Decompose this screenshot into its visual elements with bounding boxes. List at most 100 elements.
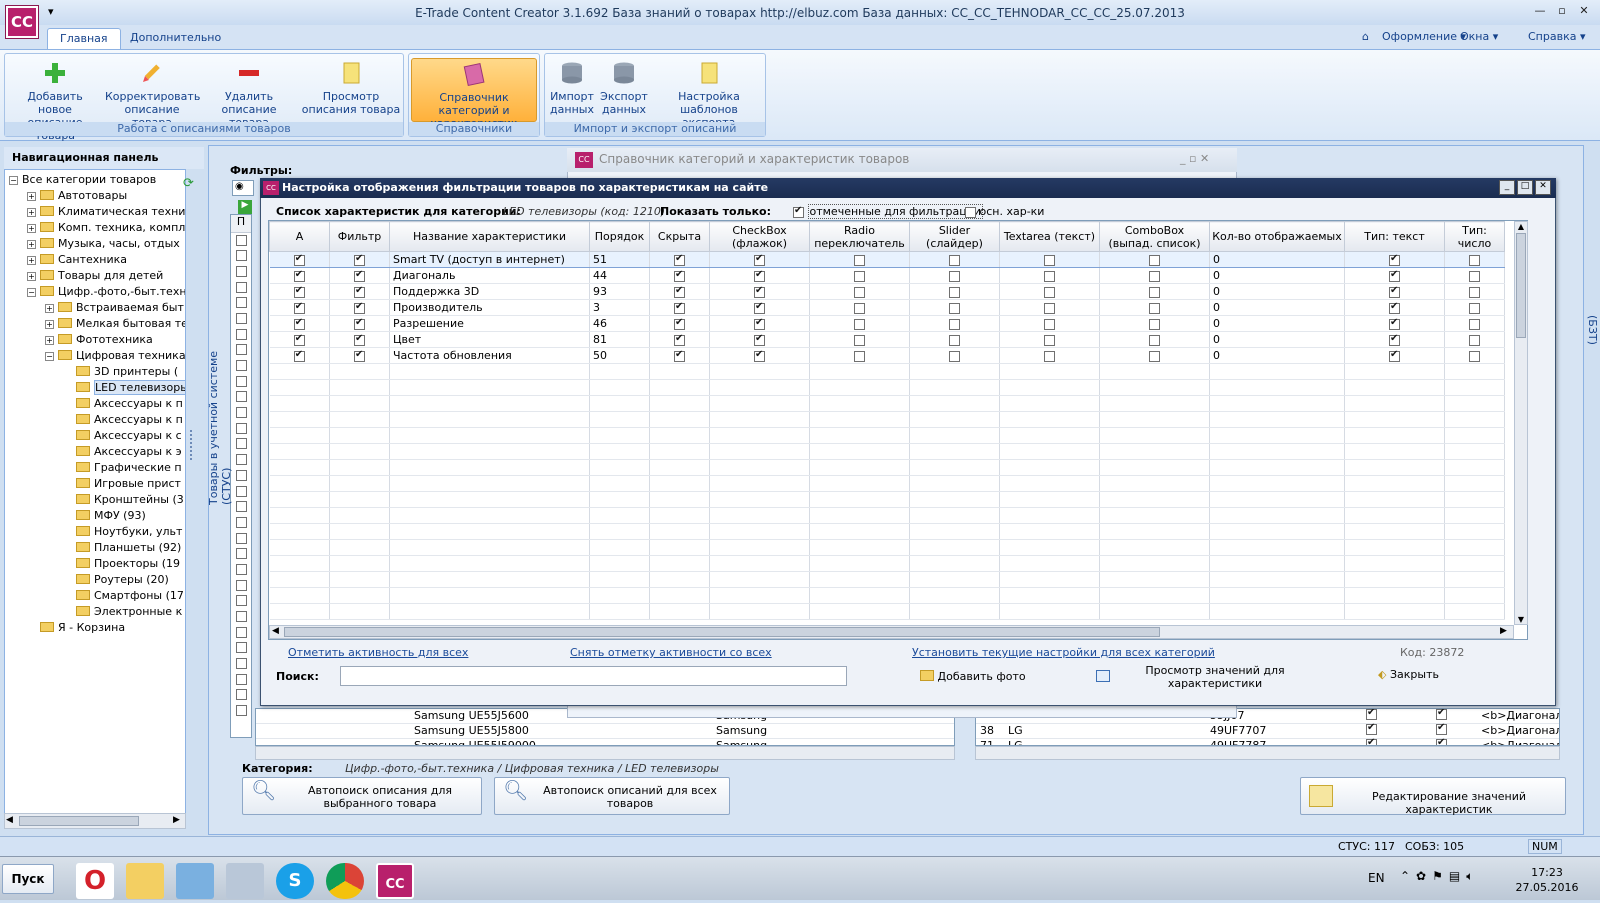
view-values-button[interactable]: Просмотр значений для характеристики [1140,664,1290,690]
radio-checkbox[interactable] [854,318,865,330]
column-header[interactable]: Кол-во отображаемых [1209,221,1345,252]
table-row[interactable]: Частота обновления50 0 [269,347,1505,364]
grid-cell[interactable] [909,315,1000,332]
tree-item[interactable]: Аксессуары к п [5,396,185,412]
grid-cell[interactable] [329,283,390,300]
count-cell[interactable]: 0 [1209,283,1345,300]
combobox-checkbox[interactable] [1149,286,1160,298]
a-checkbox[interactable] [293,317,305,330]
slider-checkbox[interactable] [949,350,960,362]
restore-button[interactable]: ▫ [1552,4,1572,20]
checkbox-checkbox[interactable] [754,349,765,362]
slider-checkbox[interactable] [949,270,960,282]
row-select-checkbox[interactable] [231,594,251,610]
column-header[interactable]: А [269,221,330,252]
tree-item[interactable]: Графические п [5,460,185,476]
clock-date[interactable]: 27.05.2016 [1514,881,1580,894]
tray-icons[interactable]: ⌃✿⚑▤🔈︎ [1400,869,1479,884]
grid-cell[interactable] [1344,283,1445,300]
collapse-icon[interactable]: − [27,288,36,297]
textarea-checkbox[interactable] [1044,270,1055,282]
table-row[interactable] [269,507,1505,524]
row-select-checkbox[interactable] [231,531,251,547]
tree-item[interactable]: + Фототехника [5,332,185,348]
row-checkbox[interactable] [1366,709,1377,720]
hidden-checkbox[interactable] [674,301,685,314]
column-header[interactable]: CheckBox (флажок) [709,221,810,252]
radio-checkbox[interactable] [854,350,865,362]
grid-cell[interactable] [999,299,1100,316]
menu-appearance[interactable]: Оформление ▾ [1382,30,1466,43]
opera-icon[interactable]: O [76,863,114,899]
grid-cell[interactable] [909,331,1000,348]
type_num-checkbox[interactable] [1469,302,1480,314]
type_num-checkbox[interactable] [1469,286,1480,298]
column-header[interactable]: Slider (слайдер) [909,221,1000,252]
dialog-maximize-button[interactable]: □ [1517,180,1533,195]
tree-item[interactable]: + Сантехника [5,252,185,268]
row-select-checkbox[interactable] [231,421,251,437]
tree-item[interactable]: Кронштейны (3 [5,492,185,508]
unmark-all-link[interactable]: Снять отметку активности со всех [570,646,772,659]
app-logo[interactable]: CC [6,6,38,38]
edit-description-button[interactable]: Корректировать описание товара [105,58,200,129]
grid-cell[interactable] [999,283,1100,300]
column-header[interactable]: Фильтр [329,221,390,252]
type_num-checkbox[interactable] [1469,318,1480,330]
count-cell[interactable]: 0 [1209,267,1345,284]
tree-item[interactable]: Аксессуары к с [5,428,185,444]
table-row[interactable] [269,555,1505,572]
show-checked-checkbox[interactable]: отмеченные для фильтрации [793,204,984,219]
count-cell[interactable]: 0 [1209,251,1345,268]
checkbox-checkbox[interactable] [754,317,765,330]
tab-home[interactable]: Главная [47,28,121,49]
table-row[interactable] [269,571,1505,588]
grid-cell[interactable] [269,267,330,284]
a-checkbox[interactable] [293,285,305,298]
grid-cell[interactable] [1344,299,1445,316]
catalog-window-controls[interactable]: _ ▫ ✕ [1180,152,1209,165]
grid-cell[interactable] [649,267,710,284]
table-row[interactable]: Разрешение46 0 [269,315,1505,332]
play-icon[interactable]: ▶ [238,200,252,214]
row-select-checkbox[interactable] [231,437,251,453]
grid-cell[interactable] [809,315,910,332]
menu-windows[interactable]: Окна ▾ [1460,30,1498,43]
tree-item[interactable]: − Все категории товаров [5,172,185,188]
close-button[interactable]: ✕ [1574,4,1594,20]
order-cell[interactable]: 46 [589,315,650,332]
row-select-checkbox[interactable] [231,280,251,296]
table-row[interactable] [269,459,1505,476]
textarea-checkbox[interactable] [1044,334,1055,346]
grid-cell[interactable] [709,299,810,316]
dialog-close-button[interactable]: ✕ [1535,180,1551,195]
stus-horizontal-scrollbar[interactable] [255,746,955,760]
hidden-checkbox[interactable] [674,253,685,266]
expand-icon[interactable]: + [27,208,36,217]
tree-item[interactable]: − Цифровая техника [5,348,185,364]
table-row[interactable] [269,411,1505,428]
radio-checkbox[interactable] [854,270,865,282]
row-select-checkbox[interactable] [231,610,251,626]
tree-item[interactable]: Ноутбуки, ульт [5,524,185,540]
grid-cell[interactable] [269,283,330,300]
type_text-checkbox[interactable] [1389,301,1400,314]
column-header[interactable]: Название характеристики [389,221,590,252]
row-select-checkbox[interactable] [231,484,251,500]
combobox-checkbox[interactable] [1149,350,1160,362]
table-row[interactable] [269,379,1505,396]
add-photo-button[interactable]: Добавить фото [920,670,1026,683]
delete-description-button[interactable]: Удалить описание товара [203,58,295,129]
filter-checkbox[interactable] [354,349,365,362]
grid-cell[interactable] [269,331,330,348]
type_text-checkbox[interactable] [1389,349,1400,362]
a-checkbox[interactable] [293,253,305,266]
grid-cell[interactable] [809,283,910,300]
expand-icon[interactable]: + [45,304,54,313]
tree-item[interactable]: Электронные к [5,604,185,620]
type_text-checkbox[interactable] [1389,285,1400,298]
grid-cell[interactable] [269,299,330,316]
row-select-checkbox[interactable] [231,311,251,327]
slider-checkbox[interactable] [949,286,960,298]
filter-checkbox[interactable] [354,317,365,330]
